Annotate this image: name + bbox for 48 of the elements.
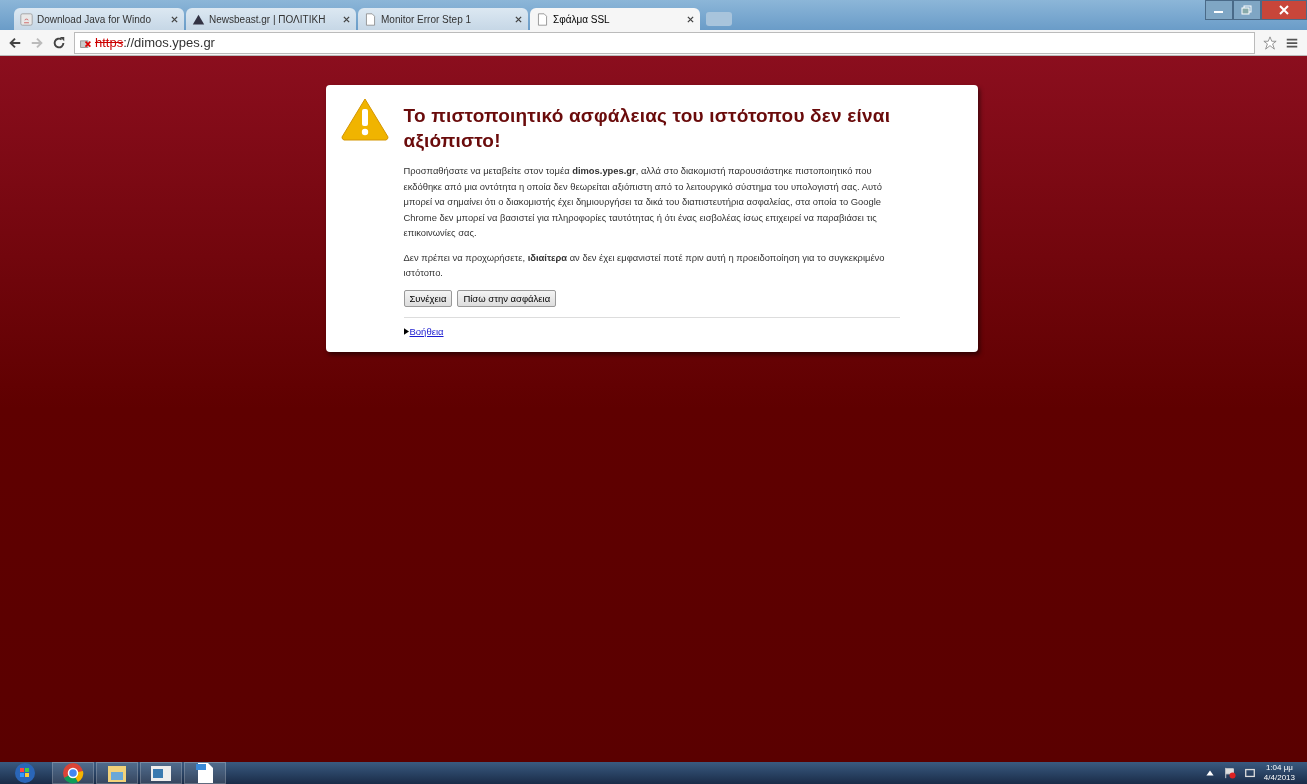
close-icon[interactable] (171, 15, 178, 23)
close-icon (1278, 5, 1290, 15)
browser-tab[interactable]: Monitor Error Step 1 (358, 8, 528, 30)
tab-title: Σφάλμα SSL (553, 13, 611, 25)
url-scheme: https (95, 35, 124, 50)
time-text: 1:04 μμ (1265, 763, 1293, 773)
flag-icon[interactable] (1223, 767, 1236, 779)
back-icon[interactable] (8, 35, 22, 50)
address-bar[interactable]: https://dimos.ypes.gr (74, 31, 1255, 54)
browser-tab[interactable]: Download Java for Windo (14, 8, 184, 30)
document-taskbar-button[interactable] (184, 762, 226, 784)
help-link[interactable]: Βοήθεια (409, 325, 444, 337)
action-button[interactable]: Συνέχεια (403, 289, 453, 307)
close-icon[interactable] (343, 15, 350, 23)
chrome-taskbar-button[interactable] (52, 762, 94, 784)
expand-triangle-icon[interactable] (403, 327, 409, 335)
document-icon (195, 762, 215, 784)
folder-taskbar-button[interactable] (96, 762, 138, 784)
close-icon[interactable] (515, 15, 522, 23)
page-icon (364, 12, 377, 26)
restore-icon (1241, 5, 1253, 15)
warning-paragraph: Δεν πρέπει να προχωρήσετε, ιδιαίτερα αν δεν έχει εμφανιστεί ποτέ πριν αυτή η προειδοποίηση για το συγκεκριμένο ιστότοπο. (403, 250, 886, 280)
star-icon[interactable] (1263, 35, 1277, 50)
close-window-button[interactable] (1261, 0, 1307, 20)
window-icon (150, 764, 172, 782)
java-icon (20, 12, 33, 26)
reload-icon[interactable] (52, 35, 66, 50)
tab-title: Monitor Error Step 1 (381, 13, 473, 25)
minimize-button[interactable] (1205, 0, 1233, 20)
close-icon[interactable] (687, 15, 694, 23)
action-button[interactable]: Πίσω στην ασφάλεια (457, 289, 557, 307)
warning-title: Το πιστοποιητικό ασφάλειας του ιστότοπου δεν είναι αξιόπιστο! (403, 104, 892, 153)
warning-icon (339, 97, 390, 141)
folder-icon (106, 763, 128, 783)
tab-title: Download Java for Windo (37, 13, 152, 25)
restore-button[interactable] (1233, 0, 1261, 20)
site-icon (192, 12, 205, 26)
date-text: 4/4/2013 (1263, 773, 1295, 783)
url-text: ://dimos.ypes.gr (123, 35, 215, 50)
browser-tab[interactable]: Σφάλμα SSL (530, 8, 700, 30)
clock[interactable]: 1:04 μμ 4/4/2013 (1263, 763, 1295, 783)
chrome-logo-icon (62, 762, 84, 784)
warning-paragraph: Προσπαθήσατε να μεταβείτε στον τομέα dimos.ypes.gr, αλλά στο διακομιστή παρουσιάστηκε πιστοποιητικό που εκδόθηκε από μια οντότητα η οποία δεν θεωρείται αξιόπιστη από το λειτουργικό σύστημα του υπολογιστή σας. Αυτό μπορεί να σημαίνει ότι ο διακομιστής έχει δημιουργήσει τα δικά του διαπιστευτήρια ασφαλείας, στα οποία το Google Chrome δεν μπορεί να βασιστεί για πληροφορίες ταυτότητας ή ότι ένας εισβολέας ίσως επιχειρεί να παραβιάσει τις επικοινωνίες σας. (403, 164, 883, 240)
page-icon (536, 12, 549, 26)
monitor-icon[interactable] (1243, 767, 1256, 779)
window-taskbar-button[interactable] (140, 762, 182, 784)
browser-tab[interactable]: Newsbeast.gr | ΠΟΛΙΤΙΚΗ (186, 8, 356, 30)
tab-title: Newsbeast.gr | ΠΟΛΙΤΙΚΗ (209, 13, 327, 25)
